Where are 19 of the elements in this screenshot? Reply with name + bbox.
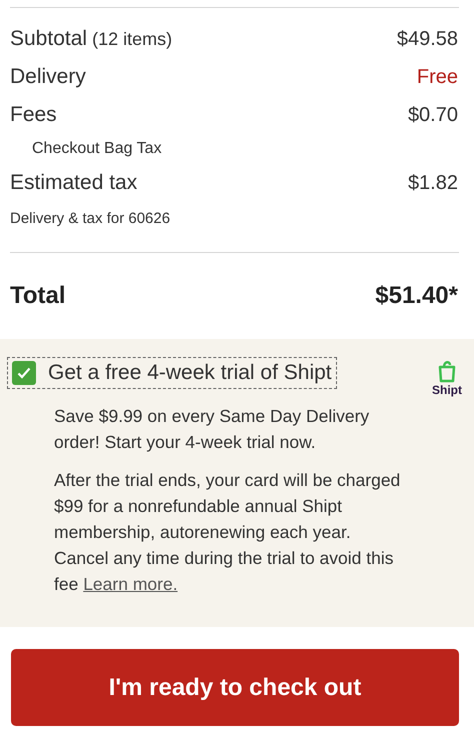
total-label: Total <box>10 282 66 310</box>
total-value: $51.40* <box>375 282 458 310</box>
summary-value: $0.70 <box>408 104 458 126</box>
trial-description: Save $9.99 on every Same Day Delivery order! Start your 4-week trial now. <box>54 405 370 454</box>
shipt-logo: Shipt <box>432 359 462 397</box>
fee-detail: Checkout Bag Tax <box>31 139 163 159</box>
summary-value: $49.58 <box>396 28 458 50</box>
summary-label: Fees <box>10 103 57 127</box>
checkout-button[interactable]: I'm ready to check out <box>11 649 459 726</box>
delivery-note: Delivery & tax for 60626 <box>10 208 172 228</box>
summary-label: Subtotal (12 items) <box>10 27 172 51</box>
trial-checkbox[interactable]: Get a free 4-week trial of Shipt <box>7 357 337 389</box>
summary-label: Estimated tax <box>10 171 138 195</box>
summary-label: Delivery <box>10 65 86 89</box>
summary-value: Free <box>416 66 458 88</box>
summary-value: $1.82 <box>408 172 458 194</box>
learn-more-link[interactable]: Learn more. <box>83 574 178 594</box>
trial-terms: After the trial ends, your card will be charged $99 for a nonrefundable annual Shipt membership, autorenewing each year. Cancel any time during the trial to avoid this fee Learn more. <box>54 469 402 596</box>
checkbox-box[interactable] <box>12 361 36 385</box>
